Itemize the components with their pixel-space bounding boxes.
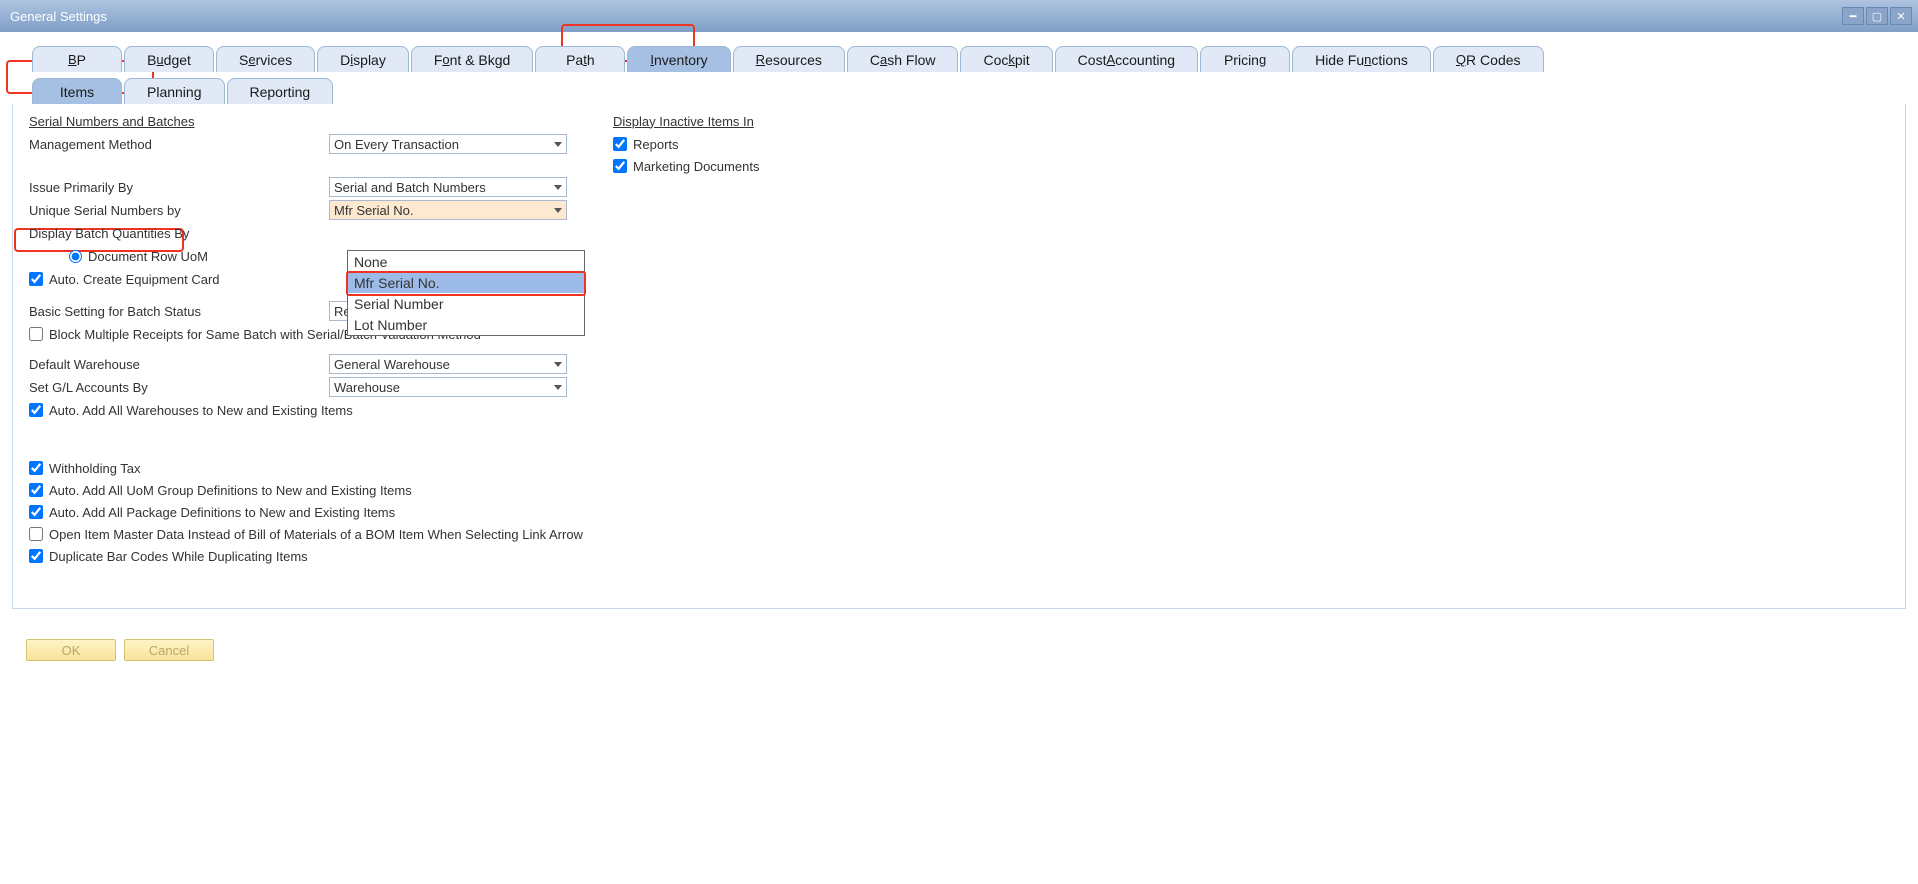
unique-option[interactable]: None	[348, 251, 584, 272]
tab-qr[interactable]: QR Codes	[1433, 46, 1544, 72]
issue-by-combo[interactable]: Serial and Batch Numbers	[329, 177, 567, 197]
tab-pricing[interactable]: Pricing	[1200, 46, 1290, 72]
tab-display[interactable]: Display	[317, 46, 409, 72]
maximize-button[interactable]: ▢	[1866, 7, 1888, 25]
tab-cashflow[interactable]: Cash Flow	[847, 46, 959, 72]
auto-uom-check[interactable]: Auto. Add All UoM Group Definitions to N…	[29, 479, 589, 501]
dropdown-arrow-icon	[554, 185, 562, 190]
cancel-button[interactable]: Cancel	[124, 639, 214, 661]
unique-by-combo[interactable]: Mfr Serial No.	[329, 200, 567, 220]
unique-by-value: Mfr Serial No.	[334, 203, 413, 218]
tab-font[interactable]: Font & Bkgd	[411, 46, 534, 72]
tab-resources[interactable]: Resources	[733, 46, 845, 72]
unique-by-label: Unique Serial Numbers by	[29, 203, 329, 218]
mgmt-method-label: Management Method	[29, 137, 329, 152]
open-master-check[interactable]: Open Item Master Data Instead of Bill of…	[29, 523, 589, 545]
tab-services[interactable]: Services	[216, 46, 315, 72]
mgmt-method-value: On Every Transaction	[334, 137, 459, 152]
reports-check[interactable]: Reports	[613, 133, 1013, 155]
dropdown-arrow-icon	[554, 142, 562, 147]
dup-barcode-check[interactable]: Duplicate Bar Codes While Duplicating It…	[29, 545, 589, 567]
inactive-heading: Display Inactive Items In	[613, 114, 754, 129]
default-wh-label: Default Warehouse	[29, 357, 329, 372]
set-gl-combo[interactable]: Warehouse	[329, 377, 567, 397]
doc-row-uom-radio[interactable]: Document Row UoM	[69, 249, 208, 264]
left-column: Serial Numbers and Batches Management Me…	[29, 110, 589, 567]
subtab-reporting[interactable]: Reporting	[227, 78, 334, 104]
set-gl-label: Set G/L Accounts By	[29, 380, 329, 395]
default-wh-value: General Warehouse	[334, 357, 450, 372]
window-controls: ━ ▢ ✕	[1842, 7, 1912, 25]
basic-batch-label: Basic Setting for Batch Status	[29, 304, 329, 319]
unique-option[interactable]: Lot Number	[348, 314, 584, 335]
tab-cockpit[interactable]: Cockpit	[960, 46, 1052, 72]
tab-costacct[interactable]: Cost Accounting	[1055, 46, 1198, 72]
auto-pkg-check[interactable]: Auto. Add All Package Definitions to New…	[29, 501, 589, 523]
section-serial-heading: Serial Numbers and Batches	[29, 114, 194, 129]
subtab-planning[interactable]: Planning	[124, 78, 225, 104]
tab-bp[interactable]: BP	[32, 46, 122, 72]
set-gl-value: Warehouse	[334, 380, 400, 395]
unique-option[interactable]: Serial Number	[348, 293, 584, 314]
display-batch-label: Display Batch Quantities By	[29, 226, 329, 241]
tab-budget[interactable]: Budget	[124, 46, 214, 72]
minimize-button[interactable]: ━	[1842, 7, 1864, 25]
close-button[interactable]: ✕	[1890, 7, 1912, 25]
footer: OK Cancel	[12, 609, 1906, 669]
ok-button[interactable]: OK	[26, 639, 116, 661]
withholding-check[interactable]: Withholding Tax	[29, 457, 589, 479]
tab-path[interactable]: Path	[535, 46, 625, 72]
tab-inventory[interactable]: Inventory	[627, 46, 730, 72]
dropdown-arrow-icon	[554, 208, 562, 213]
tab-hidefn[interactable]: Hide Functions	[1292, 46, 1431, 72]
unique-option[interactable]: Mfr Serial No.	[348, 272, 584, 293]
sub-tab-row: ItemsPlanningReporting	[32, 78, 1906, 104]
default-wh-combo[interactable]: General Warehouse	[329, 354, 567, 374]
titlebar: General Settings ━ ▢ ✕	[0, 0, 1918, 32]
unique-by-dropdown[interactable]: NoneMfr Serial No.Serial NumberLot Numbe…	[347, 250, 585, 336]
window-title: General Settings	[10, 9, 1842, 24]
mgmt-method-combo[interactable]: On Every Transaction	[329, 134, 567, 154]
dropdown-arrow-icon	[554, 385, 562, 390]
issue-by-value: Serial and Batch Numbers	[334, 180, 486, 195]
subtab-items[interactable]: Items	[32, 78, 122, 104]
main-tab-row: BPBudgetServicesDisplayFont & BkgdPathIn…	[32, 46, 1906, 72]
auto-add-wh-check[interactable]: Auto. Add All Warehouses to New and Exis…	[29, 399, 589, 421]
issue-by-label: Issue Primarily By	[29, 180, 329, 195]
dropdown-arrow-icon	[554, 362, 562, 367]
work-area: BPBudgetServicesDisplayFont & BkgdPathIn…	[0, 32, 1918, 702]
right-column: Display Inactive Items In Reports Market…	[613, 110, 1013, 177]
marketing-check[interactable]: Marketing Documents	[613, 155, 1013, 177]
items-panel: Serial Numbers and Batches Management Me…	[12, 104, 1906, 609]
